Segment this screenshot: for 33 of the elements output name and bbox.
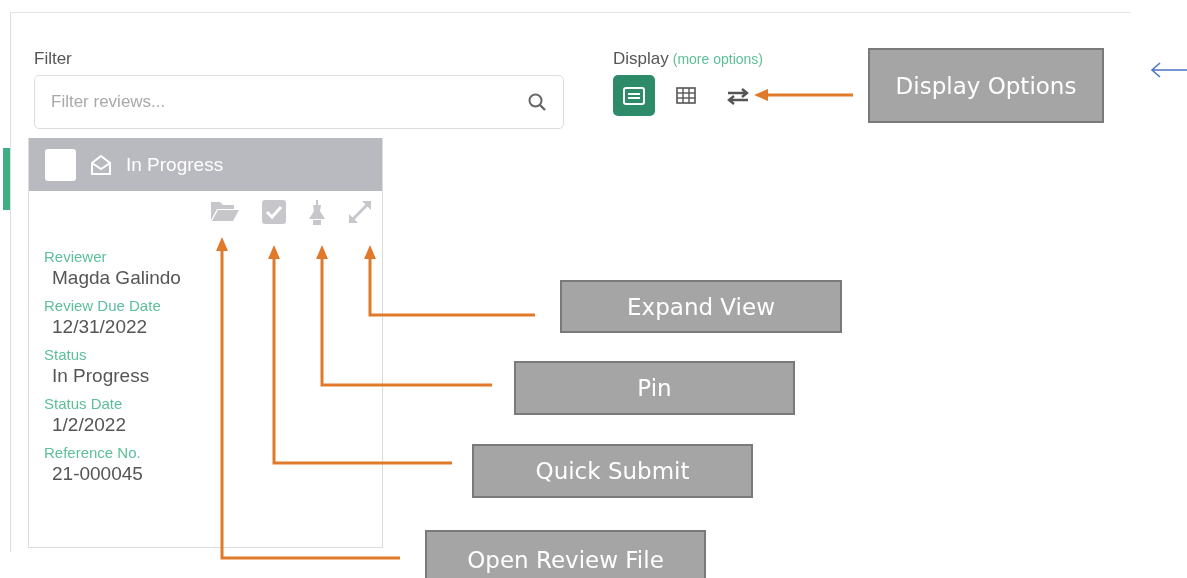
envelope-icon <box>90 154 112 175</box>
field-label: Review Due Date <box>44 297 162 314</box>
field-label: Status <box>44 346 88 363</box>
field-value: 12/31/2022 <box>52 316 149 338</box>
field-value: Magda Galindo <box>52 267 182 289</box>
arrow <box>1150 62 1187 78</box>
active-marker <box>3 148 10 210</box>
callout-label: Pin <box>514 361 795 415</box>
folder-icon[interactable] <box>210 200 240 222</box>
field-label: Reference No. <box>44 444 142 461</box>
swap-arrows-icon <box>726 86 750 105</box>
card-title: In Progress <box>126 153 224 176</box>
callout-label: Open Review File <box>425 530 706 578</box>
search-icon <box>528 93 546 111</box>
pin-icon[interactable] <box>308 200 326 226</box>
field-value: In Progress <box>52 365 151 387</box>
field-value: 21-000045 <box>52 463 144 485</box>
view-toggle[interactable] <box>613 75 655 116</box>
search-field[interactable]: Filter reviews... <box>34 75 564 129</box>
field-label: Reviewer <box>44 248 108 265</box>
checkbox[interactable] <box>45 148 76 181</box>
field-value: 1/2/2022 <box>52 414 127 436</box>
card-view-icon <box>623 86 645 105</box>
filter-label: Filter <box>34 49 73 69</box>
display-label: Display <box>613 49 669 68</box>
callout-label: Display Options <box>868 48 1104 123</box>
more-options-link[interactable]: (more options) <box>672 51 763 67</box>
field-label: Status Date <box>44 395 124 412</box>
table-view-icon <box>676 87 696 104</box>
callout-label: Quick Submit <box>472 444 753 498</box>
expand-icon[interactable] <box>348 200 372 224</box>
callout-label: Expand View <box>560 280 842 333</box>
checkbox-icon[interactable] <box>262 200 286 224</box>
